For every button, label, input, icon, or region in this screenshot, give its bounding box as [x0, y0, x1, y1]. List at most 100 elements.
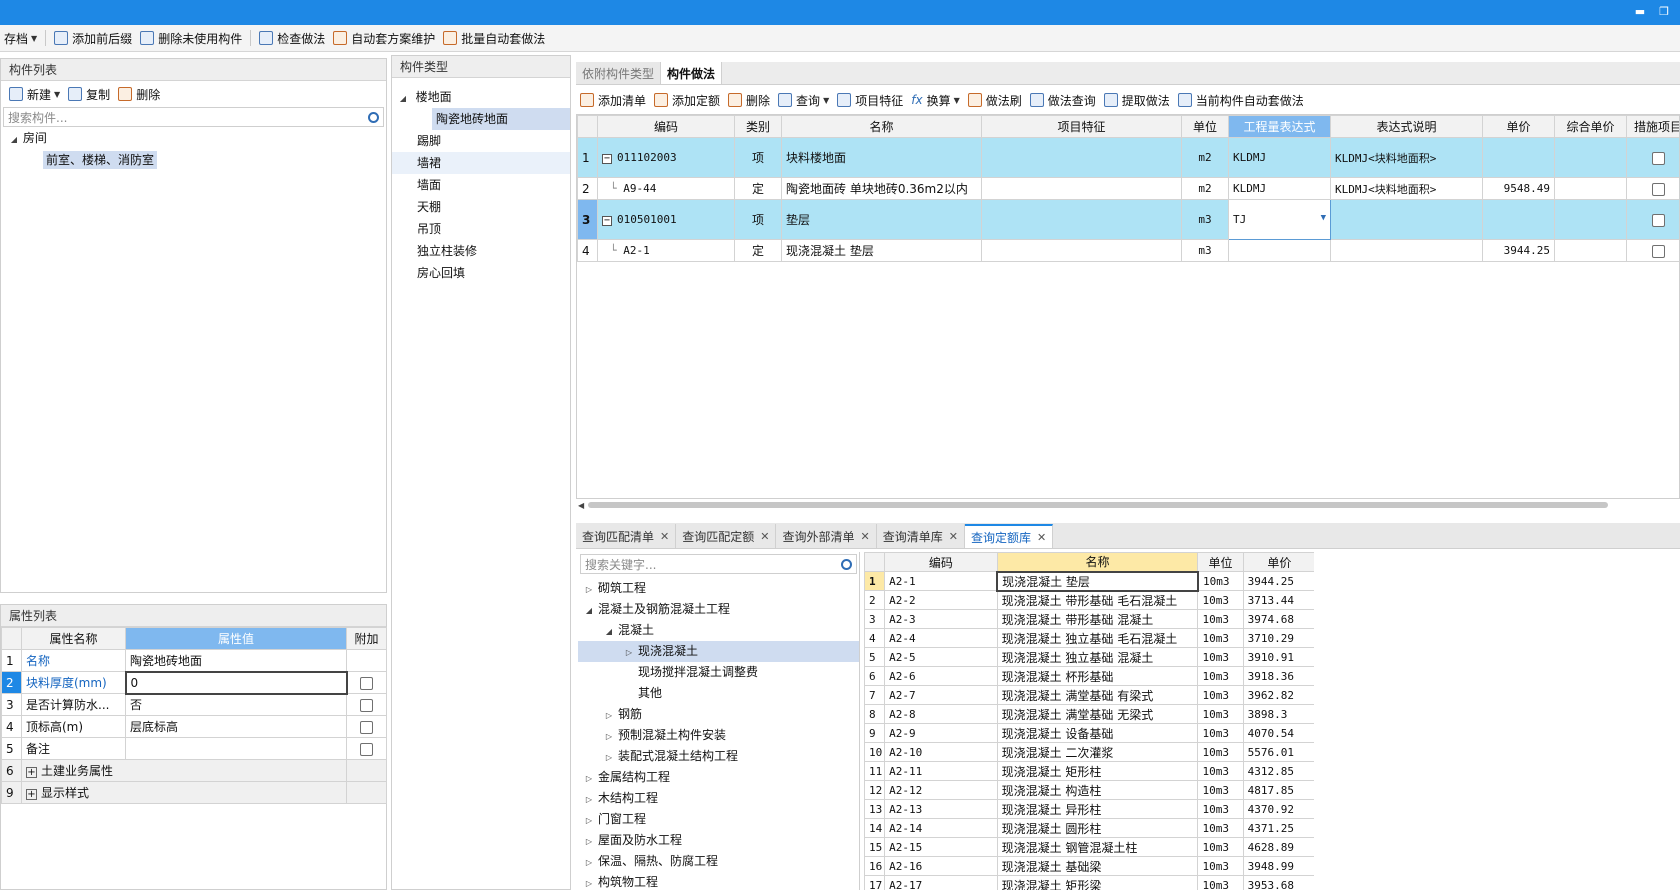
measure-checkbox[interactable] [1652, 214, 1665, 227]
code-cell[interactable]: A2-15 [885, 838, 997, 857]
measure-checkbox[interactable] [1652, 152, 1665, 165]
table-row[interactable]: 1 名称 陶瓷地砖地面 [2, 650, 387, 672]
expand-arrow-icon[interactable]: ▷ [584, 579, 594, 600]
table-row[interactable]: 5A2-5现浇混凝土 独立基础 混凝土10m33910.91 [865, 648, 1315, 667]
total-price-cell[interactable] [1555, 178, 1627, 200]
type-item-ceramic[interactable]: 陶瓷地砖地面 [432, 108, 570, 130]
extra-checkbox[interactable] [360, 743, 373, 756]
code-cell[interactable]: −011102003 [598, 138, 735, 178]
name-cell[interactable]: 现浇混凝土 钢管混凝土柱 [997, 838, 1198, 857]
tree-item-room[interactable]: ◢ 房间 [1, 127, 386, 149]
table-row[interactable]: 16A2-16现浇混凝土 基础梁10m33948.99 [865, 857, 1315, 876]
auto-current-button[interactable]: 当前构件自动套做法 [1174, 90, 1308, 111]
delete-button[interactable]: 删除 [114, 84, 164, 105]
prop-value[interactable] [126, 738, 347, 760]
col-unit-header[interactable]: 单位 [1182, 116, 1229, 138]
unit-cell[interactable]: 10m3 [1198, 686, 1243, 705]
price-cell[interactable] [1483, 200, 1555, 240]
code-cell[interactable]: A2-1 [885, 572, 997, 591]
code-cell[interactable]: A2-4 [885, 629, 997, 648]
table-row[interactable]: 13A2-13现浇混凝土 异形柱10m34370.92 [865, 800, 1315, 819]
unit-cell[interactable]: m2 [1182, 138, 1229, 178]
total-price-cell[interactable] [1555, 240, 1627, 262]
close-icon[interactable]: ✕ [1037, 531, 1046, 544]
price-cell[interactable]: 3948.99 [1243, 857, 1314, 876]
expr-input[interactable]: TJ▼ [1229, 200, 1331, 240]
quota-search-input[interactable]: 搜索关键字... [580, 554, 857, 574]
unit-cell[interactable]: 10m3 [1198, 610, 1243, 629]
expand-arrow-icon[interactable]: ▷ [604, 726, 614, 747]
price-cell[interactable]: 3944.25 [1243, 572, 1314, 591]
name-cell[interactable]: 块料楼地面 [782, 138, 982, 178]
expr-cell[interactable]: KLDMJ [1229, 178, 1331, 200]
price-cell[interactable]: 4312.85 [1243, 762, 1314, 781]
table-row[interactable]: 10A2-10现浇混凝土 二次灌浆10m35576.01 [865, 743, 1315, 762]
price-cell[interactable]: 3910.91 [1243, 648, 1314, 667]
convert-button[interactable]: fx换算▼ [907, 90, 964, 111]
tab-match-list[interactable]: 查询匹配清单✕ [576, 524, 676, 548]
tab-external-list[interactable]: 查询外部清单✕ [776, 524, 876, 548]
col-feature-header[interactable]: 项目特征 [982, 116, 1182, 138]
table-row[interactable]: 15A2-15现浇混凝土 钢管混凝土柱10m34628.89 [865, 838, 1315, 857]
price-cell[interactable]: 3710.29 [1243, 629, 1314, 648]
quota-tree-item[interactable]: ▷预制混凝土构件安装 [578, 725, 859, 746]
code-cell[interactable]: A2-13 [885, 800, 997, 819]
desc-cell[interactable] [1331, 200, 1483, 240]
table-row[interactable]: 4 顶标高(m) 层底标高 [2, 716, 387, 738]
name-cell[interactable]: 现浇混凝土 圆形柱 [997, 819, 1198, 838]
unit-cell[interactable]: 10m3 [1198, 572, 1243, 591]
type-item-ceiling[interactable]: 天棚 [392, 196, 570, 218]
quota-tree-item[interactable]: 现场搅拌混凝土调整费 [578, 662, 859, 683]
name-cell[interactable]: 现浇混凝土 杯形基础 [997, 667, 1198, 686]
tab-method[interactable]: 构件做法 [661, 62, 722, 84]
method-delete-button[interactable]: 删除 [724, 90, 774, 111]
type-item-backfill[interactable]: 房心回填 [392, 262, 570, 284]
price-cell[interactable] [1483, 138, 1555, 178]
minimize-icon[interactable]: ▬ [1632, 4, 1648, 20]
unit-cell[interactable]: m3 [1182, 240, 1229, 262]
total-price-cell[interactable] [1555, 200, 1627, 240]
add-list-button[interactable]: 添加清单 [576, 90, 650, 111]
expand-arrow-icon[interactable]: ▷ [584, 831, 594, 852]
code-cell[interactable]: A2-16 [885, 857, 997, 876]
name-cell[interactable]: 现浇混凝土 构造柱 [997, 781, 1198, 800]
unit-cell[interactable]: 10m3 [1198, 876, 1243, 891]
desc-cell[interactable]: KLDMJ<块料地面积> [1331, 138, 1483, 178]
feature-cell[interactable] [982, 200, 1182, 240]
unit-cell[interactable]: 10m3 [1198, 857, 1243, 876]
expand-plus-icon[interactable]: + [26, 789, 37, 800]
unit-cell[interactable]: m2 [1182, 178, 1229, 200]
restore-icon[interactable]: ❐ [1656, 4, 1672, 20]
expand-arrow-icon[interactable]: ▷ [624, 642, 634, 663]
check-method-button[interactable]: 检查做法 [255, 28, 329, 49]
type-item-floor[interactable]: ◢ 楼地面 [392, 86, 570, 108]
table-row[interactable]: 7A2-7现浇混凝土 满堂基础 有梁式10m33962.82 [865, 686, 1315, 705]
name-cell[interactable]: 现浇混凝土 垫层 [782, 240, 982, 262]
search-icon[interactable] [841, 559, 852, 570]
quota-tree-item[interactable]: ◢混凝土 [578, 620, 859, 641]
table-row[interactable]: 6A2-6现浇混凝土 杯形基础10m33918.36 [865, 667, 1315, 686]
price-cell[interactable]: 3898.3 [1243, 705, 1314, 724]
expand-arrow-icon[interactable]: ▷ [584, 789, 594, 810]
collapse-icon[interactable]: − [602, 154, 612, 164]
type-cell[interactable]: 定 [735, 240, 782, 262]
quota-tree-item[interactable]: ▷门窗工程 [578, 809, 859, 830]
measure-checkbox[interactable] [1652, 183, 1665, 196]
type-item-skirting[interactable]: 踢脚 [392, 130, 570, 152]
prop-value[interactable]: 否 [126, 694, 347, 716]
add-prefix-button[interactable]: 添加前后缀 [50, 28, 136, 49]
auto-scheme-button[interactable]: 自动套方案维护 [329, 28, 439, 49]
prop-group[interactable]: +显示样式 [22, 782, 347, 804]
code-cell[interactable]: A2-10 [885, 743, 997, 762]
name-cell[interactable]: 现浇混凝土 二次灌浆 [997, 743, 1198, 762]
col-name-header[interactable]: 名称 [782, 116, 982, 138]
col-desc-header[interactable]: 表达式说明 [1331, 116, 1483, 138]
search-icon[interactable] [368, 112, 379, 123]
expand-arrow-icon[interactable]: ▷ [584, 852, 594, 873]
save-button[interactable]: 存档▼ [0, 28, 41, 49]
batch-auto-button[interactable]: 批量自动套做法 [439, 28, 549, 49]
table-row[interactable]: 2 块料厚度(mm) 0 [2, 672, 387, 694]
name-cell[interactable]: 垫层 [782, 200, 982, 240]
feature-cell[interactable] [982, 138, 1182, 178]
table-row[interactable]: 11A2-11现浇混凝土 矩形柱10m34312.85 [865, 762, 1315, 781]
